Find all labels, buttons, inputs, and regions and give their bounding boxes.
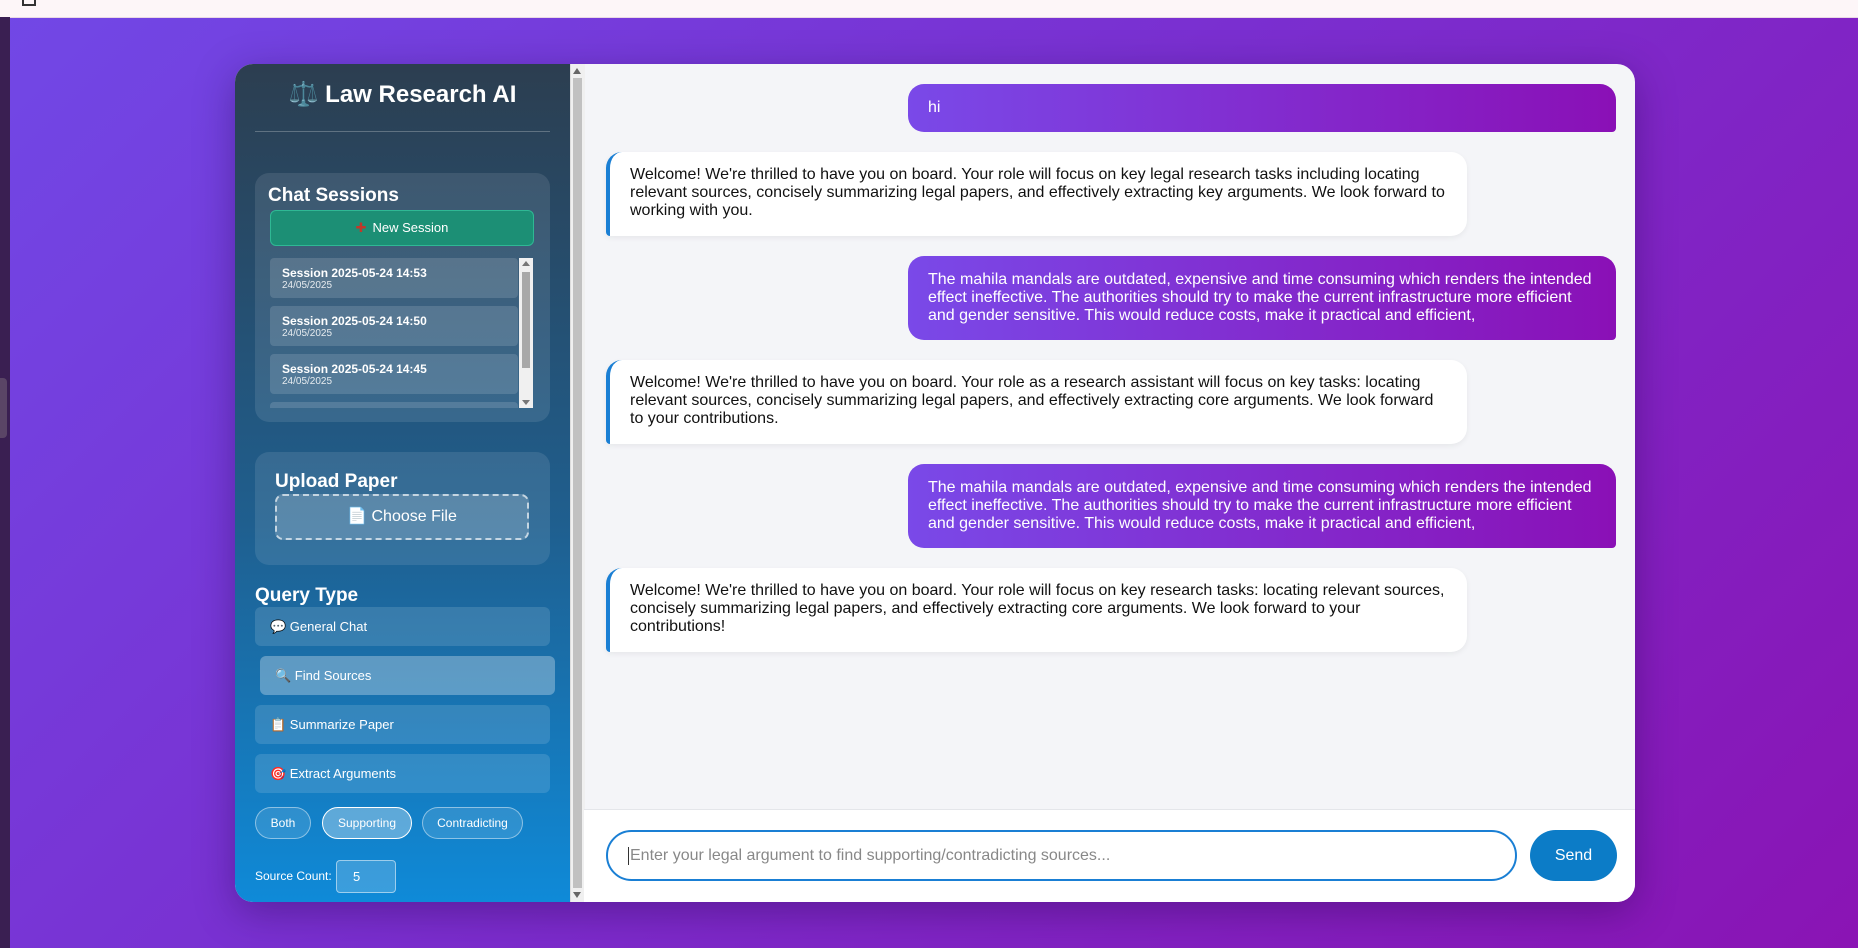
session-item[interactable]: Session 2025-05-24 14:50 24/05/2025 bbox=[270, 306, 518, 346]
session-list-scrollbar[interactable] bbox=[519, 258, 533, 408]
chat-area: hi Welcome! We're thrilled to have you o… bbox=[584, 64, 1635, 809]
choose-file-button[interactable]: 📄 Choose File bbox=[275, 494, 529, 540]
query-general-chat[interactable]: 💬 General Chat bbox=[255, 607, 550, 646]
new-session-button[interactable]: ✚ New Session bbox=[270, 210, 534, 246]
stance-contradicting-button[interactable]: Contradicting bbox=[422, 807, 523, 839]
plus-icon: ✚ bbox=[355, 220, 367, 235]
scroll-thumb[interactable] bbox=[573, 78, 582, 888]
divider bbox=[255, 131, 550, 132]
app-window: ⚖️ Law Research AI Chat Sessions ✚ New Se… bbox=[235, 64, 1635, 902]
sidebar: ⚖️ Law Research AI Chat Sessions ✚ New Se… bbox=[235, 64, 570, 902]
chat-input-bar: Enter your legal argument to find suppor… bbox=[584, 809, 1635, 902]
send-button[interactable]: Send bbox=[1530, 830, 1617, 881]
source-count-label: Source Count: bbox=[255, 869, 332, 883]
session-list: Session 2025-05-24 14:53 24/05/2025 Sess… bbox=[270, 258, 534, 408]
chat-input[interactable]: Enter your legal argument to find suppor… bbox=[606, 830, 1517, 881]
scroll-down-icon[interactable] bbox=[522, 400, 530, 405]
user-message: hi bbox=[908, 84, 1616, 132]
scroll-down-icon[interactable] bbox=[573, 892, 581, 898]
source-count-input[interactable]: 5 bbox=[336, 860, 396, 893]
desktop-edge bbox=[0, 17, 10, 948]
stance-supporting-button[interactable]: Supporting bbox=[322, 807, 412, 839]
user-message: The mahila mandals are outdated, expensi… bbox=[908, 256, 1616, 340]
query-extract-arguments[interactable]: 🎯 Extract Arguments bbox=[255, 754, 550, 793]
app-title: ⚖️ Law Research AI bbox=[288, 81, 517, 108]
browser-topbar bbox=[0, 0, 1858, 18]
stance-both-button[interactable]: Both bbox=[255, 807, 311, 839]
sidebar-scrollbar[interactable] bbox=[570, 64, 585, 902]
query-summarize-paper[interactable]: 📋 Summarize Paper bbox=[255, 705, 550, 744]
scroll-up-icon[interactable] bbox=[573, 68, 581, 74]
query-type-title: Query Type bbox=[255, 585, 359, 606]
assistant-message: Welcome! We're thrilled to have you on b… bbox=[606, 360, 1467, 444]
text-caret bbox=[628, 846, 629, 865]
upload-title: Upload Paper bbox=[275, 471, 398, 492]
session-item[interactable]: Session 2025-05-24 14:53 24/05/2025 bbox=[270, 258, 518, 298]
session-item[interactable]: Session 2025-05-24 14:45 24/05/2025 bbox=[270, 354, 518, 394]
query-find-sources[interactable]: 🔍 Find Sources bbox=[260, 656, 555, 695]
assistant-message: Welcome! We're thrilled to have you on b… bbox=[606, 568, 1467, 652]
grid-icon[interactable] bbox=[22, 0, 36, 6]
sessions-title: Chat Sessions bbox=[268, 185, 399, 206]
scroll-up-icon[interactable] bbox=[522, 261, 530, 266]
scroll-thumb[interactable] bbox=[522, 272, 530, 368]
drag-handle[interactable] bbox=[0, 378, 7, 438]
session-item[interactable] bbox=[270, 402, 518, 408]
assistant-message: Welcome! We're thrilled to have you on b… bbox=[606, 152, 1467, 236]
upload-panel: Upload Paper 📄 Choose File bbox=[255, 452, 550, 565]
user-message: The mahila mandals are outdated, expensi… bbox=[908, 464, 1616, 548]
chat-sessions-panel: Chat Sessions ✚ New Session Session 2025-… bbox=[255, 173, 550, 422]
